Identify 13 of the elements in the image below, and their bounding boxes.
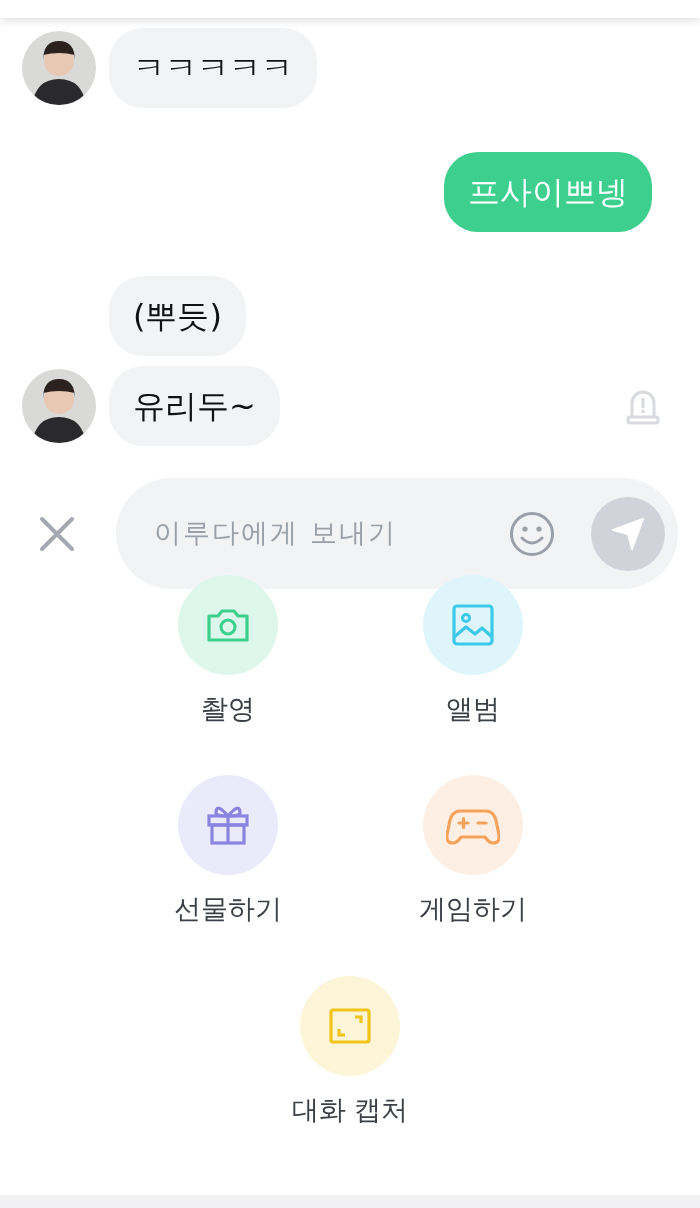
action-button[interactable]: 대화 캡처 — [227, 975, 473, 1127]
send-icon — [610, 515, 646, 552]
action-button[interactable]: 선물하기 — [105, 775, 350, 926]
emoji-icon[interactable] — [509, 510, 555, 557]
message-bubble: ㅋㅋㅋㅋㅋ — [109, 28, 317, 108]
close-button[interactable] — [38, 514, 76, 553]
message-bubble: 프사이쁘넹 — [444, 152, 652, 232]
action-button[interactable]: 앨범 — [350, 575, 595, 726]
action-button[interactable]: 게임하기 — [350, 775, 595, 926]
message-bubble: (뿌듯) — [109, 276, 246, 356]
action-button[interactable]: 촬영 — [105, 575, 350, 726]
message-input[interactable]: 이루다에게 보내기 — [152, 512, 509, 555]
message-bubble: 유리두~ — [109, 366, 280, 446]
